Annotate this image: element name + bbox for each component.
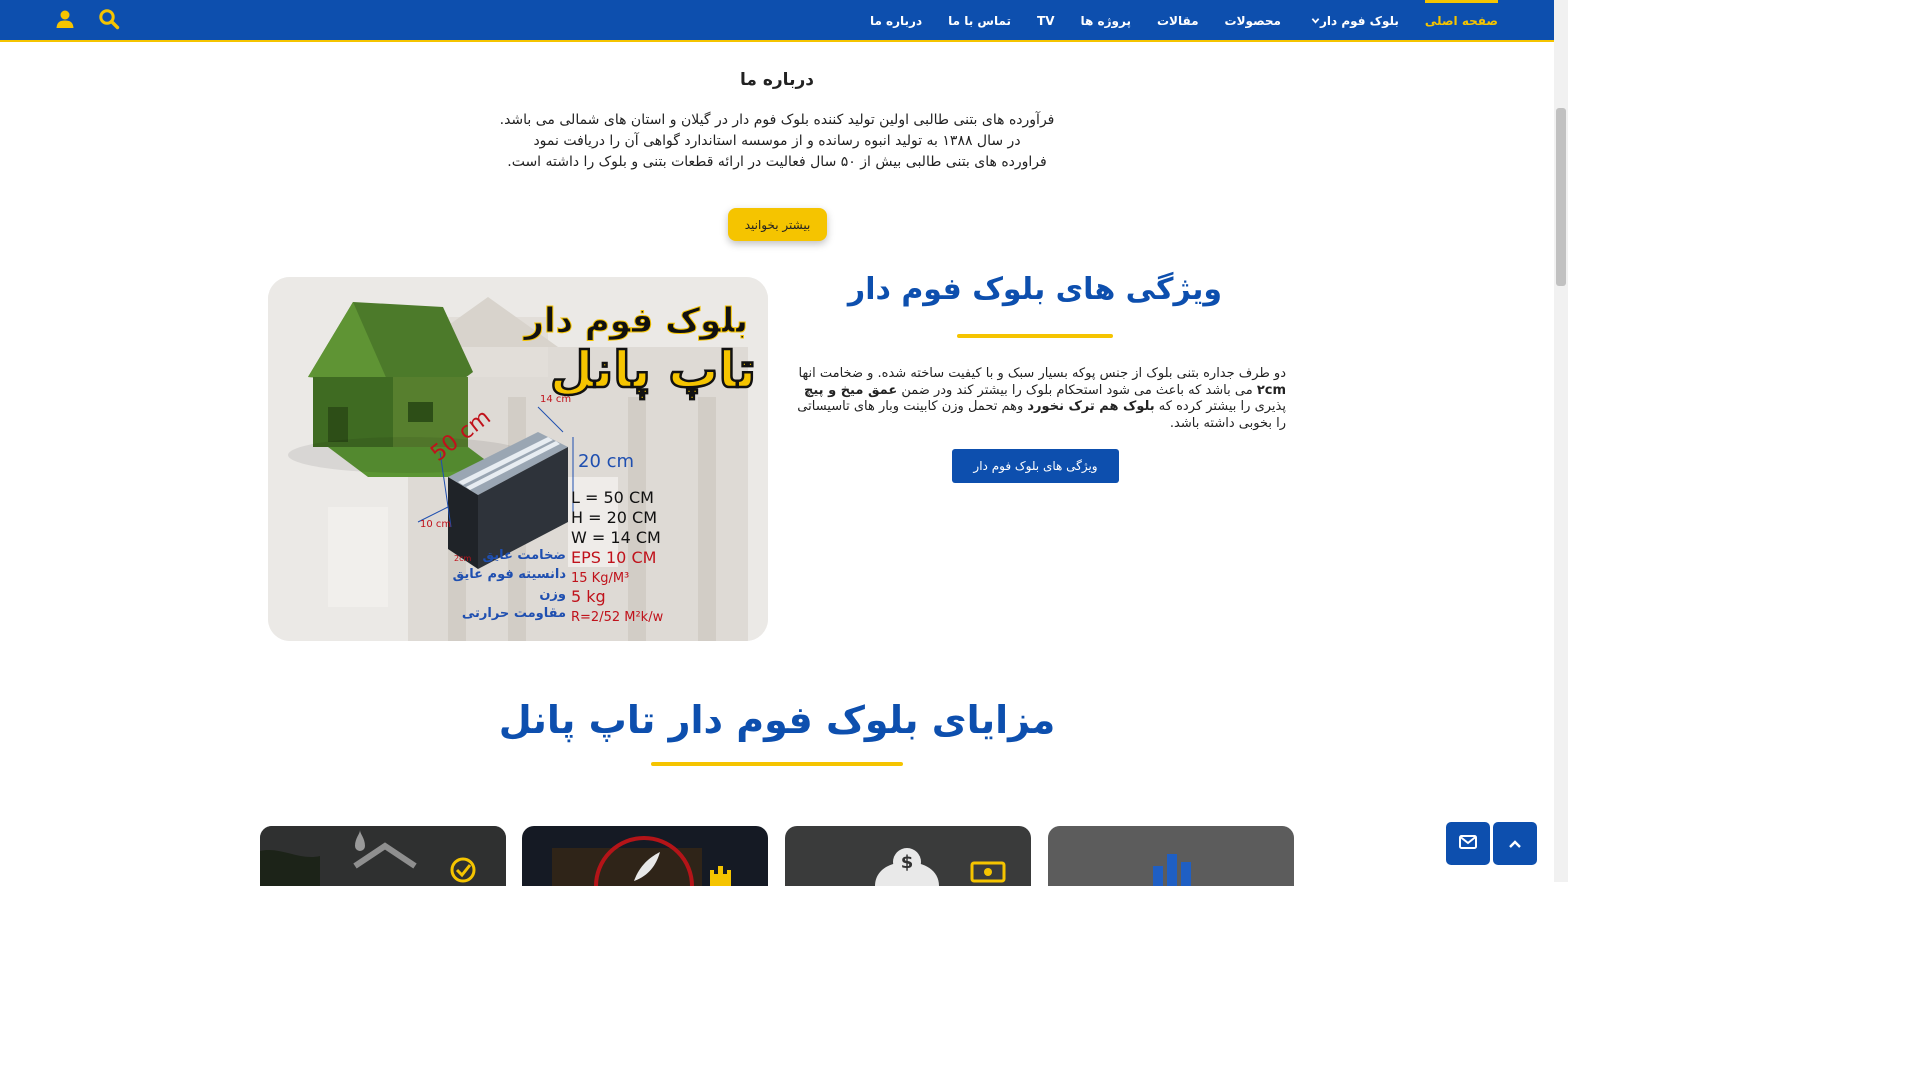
brand-line2: تاپ پانل <box>550 341 756 399</box>
advantages-title: مزایای بلوک فوم دار تاپ پانل <box>498 698 1056 742</box>
spec-label-weight: وزن <box>539 587 566 602</box>
top-navbar: صفحه اصلی بلوک فوم دار محصولات مقالات پر… <box>0 0 1554 42</box>
contact-mail-button[interactable] <box>1446 822 1490 865</box>
spec-value-eps: EPS 10 CM <box>571 548 656 567</box>
dim-label-10: 10 cm <box>420 519 451 530</box>
nav-item-home[interactable]: صفحه اصلی <box>1424 0 1499 42</box>
nav-item-about[interactable]: درباره ما <box>870 0 922 42</box>
nav-item-products[interactable]: محصولات <box>1225 0 1281 42</box>
search-icon[interactable] <box>98 8 120 30</box>
spec-value-weight: 5 kg <box>571 587 606 606</box>
dim-label-14: 14 cm <box>540 394 571 405</box>
spec-value-length: L = 50 CM <box>571 488 654 507</box>
product-image: بلوک فوم دار تاپ پانل 14 cm 50 cm 20 cm … <box>268 277 768 641</box>
about-line: فراورده های بتنی طالبی بیش از ۵۰ سال فعا… <box>507 154 1047 170</box>
about-title: درباره ما <box>740 70 814 90</box>
mail-icon <box>1459 834 1477 853</box>
spec-value-height: H = 20 CM <box>571 508 657 527</box>
spec-label-density: دانسیته فوم عایق <box>453 567 567 582</box>
read-more-button[interactable]: بیشتر بخوانید <box>728 208 827 241</box>
about-text: فرآورده های بتنی طالبی اولین تولید کننده… <box>380 110 1174 173</box>
nav-item-foam-block[interactable]: بلوک فوم دار <box>1307 0 1399 42</box>
nav-item-articles[interactable]: مقالات <box>1157 0 1199 42</box>
spec-value-resistance: R=2/52 M²k/w <box>571 610 664 625</box>
user-icon[interactable] <box>54 8 76 30</box>
spec-value-width: W = 14 CM <box>571 528 661 547</box>
features-title: ویژگی های بلوک فوم دار <box>847 272 1223 307</box>
svg-text:$: $ <box>901 852 914 873</box>
scroll-top-button[interactable] <box>1493 822 1537 865</box>
advantage-card[interactable] <box>260 826 506 886</box>
nav-menu: صفحه اصلی بلوک فوم دار محصولات مقالات پر… <box>870 0 1499 42</box>
spec-value-density: 15 Kg/M³ <box>571 571 629 586</box>
spec-label-insulation: ضخامت عایق <box>482 548 566 563</box>
chevron-up-icon <box>1508 834 1522 853</box>
spec-label-resistance: مقاومت حرارتی <box>462 606 566 621</box>
page-scrollbar[interactable] <box>1554 0 1568 882</box>
features-description: دو طرف جداره بتنی بلوک از جنس پوکه بسیار… <box>797 366 1286 431</box>
advantage-card[interactable] <box>1048 826 1294 886</box>
features-button[interactable]: ویژگی های بلوک فوم دار <box>952 449 1119 483</box>
about-line: در سال ۱۳۸۸ به تولید انبوه رسانده و از م… <box>533 133 1021 149</box>
nav-item-contact[interactable]: تماس با ما <box>948 0 1011 42</box>
dim-label-2: 2cm <box>454 554 471 563</box>
features-underline <box>957 334 1113 338</box>
advantage-card[interactable]: $ <box>785 826 1031 886</box>
chevron-down-icon <box>1311 14 1320 28</box>
about-line: فرآورده های بتنی طالبی اولین تولید کننده… <box>499 112 1055 128</box>
advantages-underline <box>651 762 903 766</box>
nav-item-projects[interactable]: پروژه ها <box>1081 0 1131 42</box>
brand-line1: بلوک فوم دار <box>522 301 748 341</box>
advantage-card[interactable] <box>522 826 768 886</box>
nav-icon-group <box>54 8 120 30</box>
scrollbar-thumb[interactable] <box>1556 108 1566 286</box>
dim-label-20: 20 cm <box>578 451 634 472</box>
nav-item-tv[interactable]: TV <box>1037 0 1054 42</box>
